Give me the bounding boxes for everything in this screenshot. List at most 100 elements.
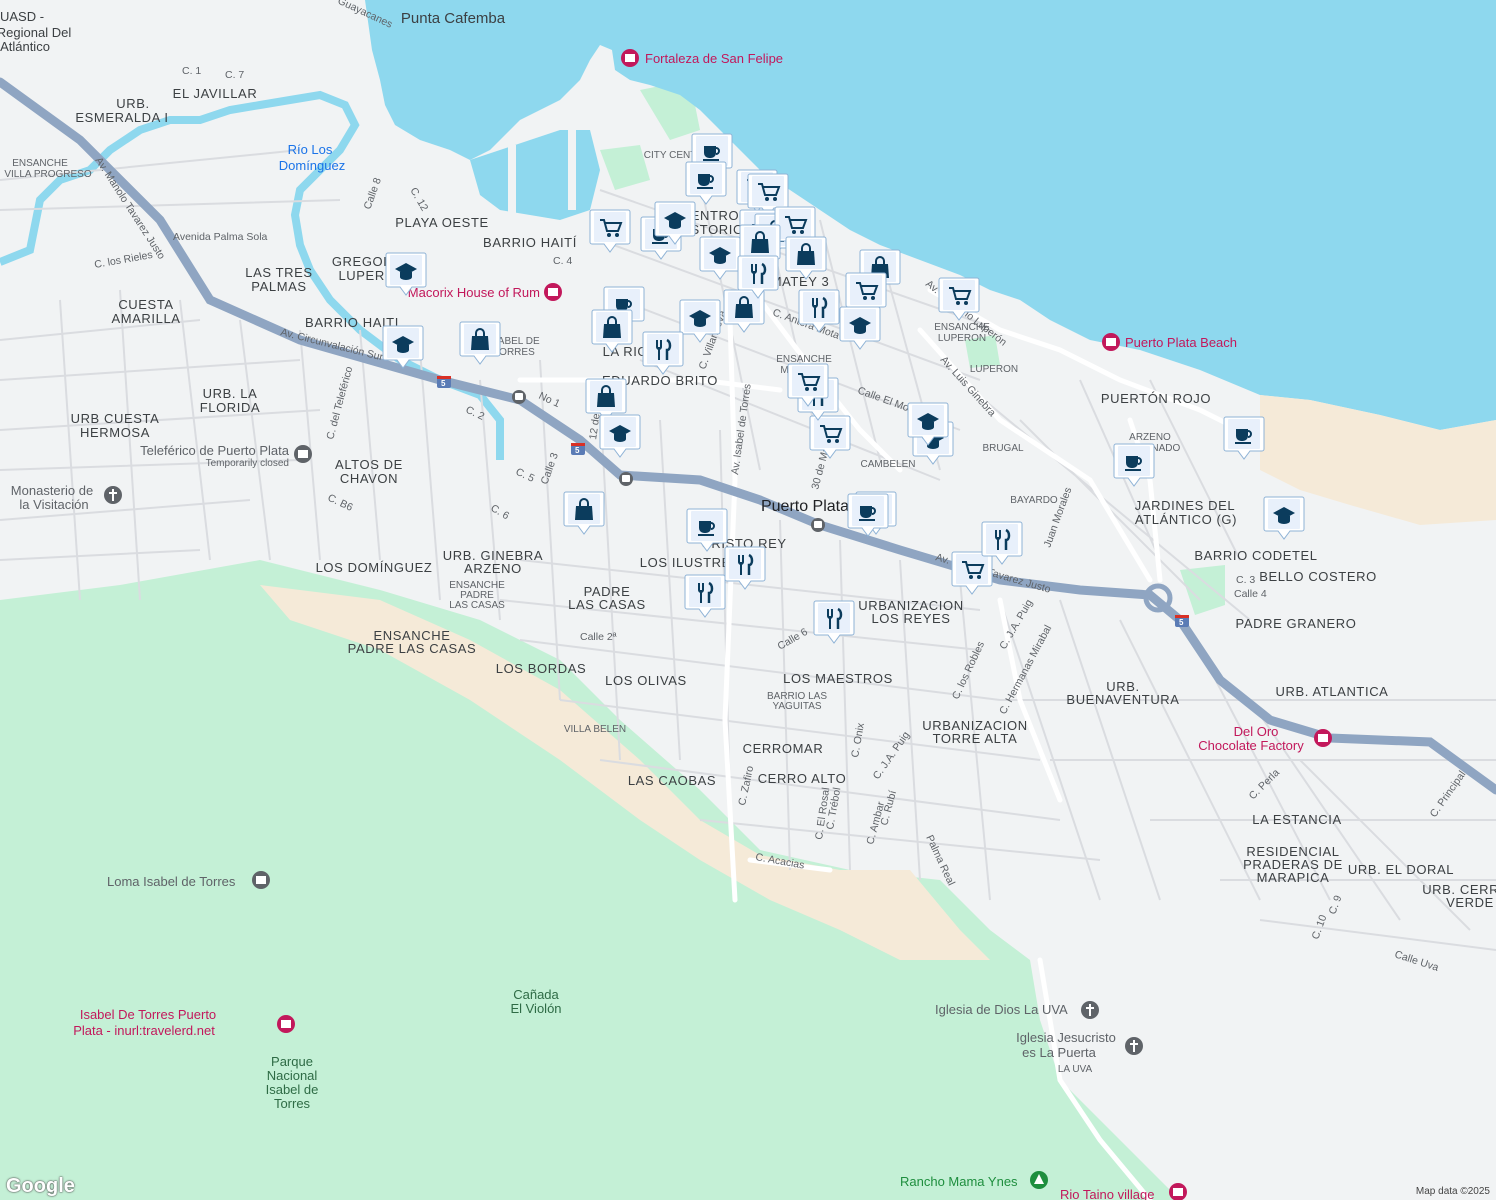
area-label: BARRIO HAITÍ	[483, 235, 577, 250]
area-label: LA ESTANCIA	[1252, 812, 1341, 827]
pier	[568, 120, 576, 210]
svg-text:Temporarily closed: Temporarily closed	[206, 458, 289, 469]
area-label: PLAYA OESTE	[395, 215, 489, 230]
area-label: BELLO COSTERO	[1259, 569, 1377, 584]
area-label: LOS OLIVAS	[605, 673, 687, 688]
area-label: Regional Del	[0, 25, 71, 40]
svg-text:Iglesia de Dios La UVA: Iglesia de Dios La UVA	[935, 1002, 1068, 1017]
area-label: AMARILLA	[111, 311, 180, 326]
area-label: LAS CASAS	[568, 597, 646, 612]
area-label: MARAPICA	[1257, 870, 1330, 885]
area-label: PADRE GRANERO	[1236, 616, 1357, 631]
poi-fortaleza[interactable]: Fortaleza de San Felipe	[621, 49, 783, 67]
street-label: C. 4	[553, 255, 572, 267]
area-label: CUESTA	[118, 297, 173, 312]
area-label: URB. ATLANTICA	[1276, 684, 1389, 699]
area-label: Punta Cafemba	[401, 10, 506, 27]
svg-text:Isabel De Torres Puerto: Isabel De Torres Puerto	[80, 1007, 216, 1022]
area-label: EL JAVILLAR	[173, 86, 258, 101]
street-label: C. 3	[1236, 574, 1255, 586]
area-label: ATLÁNTICO (G)	[1135, 512, 1237, 527]
street-label: C. 1	[182, 65, 201, 77]
area-label: ALTOS DE	[335, 457, 403, 472]
svg-text:Rancho Mama Ynes: Rancho Mama Ynes	[900, 1174, 1018, 1189]
area-label: LOS BORDAS	[496, 661, 587, 676]
svg-text:Chocolate Factory: Chocolate Factory	[1198, 738, 1304, 753]
area-label: CHAVON	[340, 471, 398, 486]
bus-stop-icon[interactable]	[619, 472, 633, 486]
area-label: ESMERALDA I	[75, 110, 168, 125]
svg-text:Monasterio de: Monasterio de	[11, 483, 93, 498]
area-label: Isabel de	[266, 1082, 319, 1097]
area-label: BUENAVENTURA	[1066, 692, 1179, 707]
highway-shield: 5	[571, 443, 585, 455]
area-label: URB CUESTA	[71, 411, 160, 426]
svg-text:la Visitación: la Visitación	[19, 497, 88, 512]
highway-shield: 5	[437, 376, 451, 388]
area-label: LUPERON	[970, 364, 1018, 375]
pier	[508, 145, 516, 225]
svg-text:Fortaleza de San Felipe: Fortaleza de San Felipe	[645, 51, 783, 66]
area-label: BARRIO CODETEL	[1194, 548, 1317, 563]
area-label: LAS CAOBAS	[628, 773, 716, 788]
area-label: ENSANCHE	[776, 354, 832, 365]
svg-text:Macorix House of Rum: Macorix House of Rum	[408, 285, 540, 300]
area-label: El Violón	[510, 1001, 561, 1016]
area-label: Cañada	[513, 987, 559, 1002]
area-label: ENSANCHE	[12, 158, 68, 169]
area-label: CAMBELEN	[860, 459, 915, 470]
area-label: LUPERON	[938, 333, 986, 344]
poi-label: Domínguez	[279, 158, 345, 173]
map-attribution[interactable]: Map data ©2025	[1416, 1186, 1490, 1197]
street-label: Calle 2ª	[580, 631, 617, 643]
area-label: CERROMAR	[743, 741, 824, 756]
area-label: JARDINES DEL	[1135, 498, 1235, 513]
svg-text:5: 5	[575, 446, 580, 455]
area-label: Nacional	[267, 1068, 318, 1083]
area-label: YAGUITAS	[772, 701, 821, 712]
area-label: Parque	[271, 1054, 313, 1069]
area-label: VILLA BELEN	[564, 724, 626, 735]
area-label: CERRO ALTO	[758, 771, 847, 786]
svg-text:Teleférico de Puerto Plata: Teleférico de Puerto Plata	[140, 443, 290, 458]
bus-stop-icon[interactable]	[811, 518, 825, 532]
area-label: BRUGAL	[982, 443, 1024, 454]
google-logo: Google	[6, 1175, 75, 1197]
area-label: URB.	[116, 96, 149, 111]
svg-text:Rio Taino village: Rio Taino village	[1060, 1187, 1154, 1200]
street-label: C. 7	[225, 69, 244, 81]
area-label: LOS DOMÍNGUEZ	[316, 560, 433, 575]
street-label: Calle 4	[1234, 588, 1267, 600]
area-label: LA UVA	[1058, 1064, 1093, 1075]
area-label: BAYARDO	[1010, 495, 1058, 506]
bus-stop-icon[interactable]	[512, 390, 526, 404]
map-canvas[interactable]: 5 5 5 Punta Cafemba UASD - Regional Del …	[0, 0, 1496, 1200]
area-label: FLORIDA	[200, 400, 261, 415]
svg-text:5: 5	[441, 379, 446, 388]
area-label: MATEY 3	[771, 274, 830, 289]
area-label: URB. EL DORAL	[1348, 862, 1454, 877]
area-label: VERDE	[1446, 895, 1494, 910]
svg-text:Iglesia Jesucristo: Iglesia Jesucristo	[1016, 1030, 1116, 1045]
area-label: TORRE ALTA	[933, 731, 1018, 746]
poi-label: Río Los	[288, 142, 333, 157]
svg-text:Del Oro: Del Oro	[1234, 724, 1279, 739]
area-label: LOS REYES	[871, 611, 950, 626]
area-label: PALMAS	[251, 279, 306, 294]
area-label: URB. LA	[203, 386, 258, 401]
city-label: Puerto Plata	[761, 498, 849, 515]
svg-text:Plata - inurl:travelerd.net: Plata - inurl:travelerd.net	[73, 1023, 215, 1038]
area-label: LOS MAESTROS	[783, 671, 893, 686]
street-label: Avenida Palma Sola	[173, 231, 268, 243]
highway-shield: 5	[1175, 615, 1189, 627]
area-label: VILLA PROGRESO	[4, 169, 91, 180]
area-label: Torres	[274, 1096, 311, 1111]
svg-text:Puerto Plata Beach: Puerto Plata Beach	[1125, 335, 1237, 350]
area-label: LAS CASAS	[449, 600, 505, 611]
area-label: ARZENO	[464, 561, 522, 576]
poi-macorix[interactable]: Macorix House of Rum	[408, 283, 562, 301]
area-label: LAS TRES	[245, 265, 312, 280]
area-label: ARZENO	[1129, 432, 1171, 443]
area-label: PUERTÓN ROJO	[1101, 391, 1211, 406]
svg-text:es La Puerta: es La Puerta	[1022, 1045, 1096, 1060]
